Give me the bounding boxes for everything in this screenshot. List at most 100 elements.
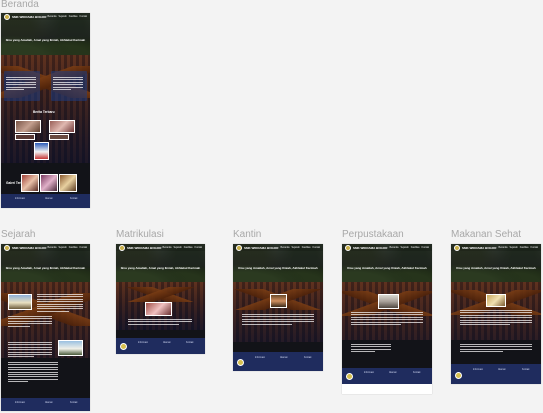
nav-links: Beranda Sejarah Fasilitas Kontak [162, 246, 202, 249]
gallery-image-2[interactable] [40, 174, 58, 192]
history-text-1 [37, 294, 83, 313]
footer-col-kontak: Kontak [304, 356, 312, 359]
nav-link-sejarah[interactable]: Sejarah [292, 246, 300, 249]
history-text-2 [8, 316, 52, 328]
news-image-2[interactable] [49, 120, 75, 133]
footer-col-kontak: Kontak [70, 197, 78, 200]
nav-link-beranda[interactable]: Beranda [389, 246, 398, 249]
hero-banner: SMK WIKRAMA BOGOR Beranda Sejarah Fasili… [342, 244, 432, 282]
nav-link-beranda[interactable]: Beranda [498, 246, 507, 249]
nav-link-sejarah[interactable]: Sejarah [174, 246, 182, 249]
hero-banner: SMK WIKRAMA BOGOR Beranda Sejarah Fasili… [1, 244, 90, 282]
footer: Informasi Alamat Kontak [451, 364, 541, 384]
hero-tagline: Ilmu yang Amaliah, Amal yang Ilmiah, Akh… [5, 38, 86, 42]
logo[interactable]: SMK WIKRAMA BOGOR [119, 244, 161, 251]
makanan-sehat-text-2 [460, 344, 532, 354]
nav-links: Beranda Sejarah Fasilitas Kontak [47, 15, 87, 18]
frame-label-sejarah: Sejarah [1, 229, 36, 240]
kantin-image [270, 294, 287, 308]
school-name: SMK WIKRAMA BOGOR [12, 245, 47, 250]
footer-col-informasi: Informasi [255, 356, 265, 359]
logo-crest-icon [236, 244, 242, 251]
hero-tagline: Ilmu yang Amaliah, Amal yang Ilmiah, Akh… [5, 266, 86, 270]
footer-col-alamat: Alamat [280, 356, 288, 359]
nav-link-fasilitas[interactable]: Fasilitas [184, 246, 193, 249]
navbar: SMK WIKRAMA BOGOR Beranda Sejarah Fasili… [451, 244, 541, 251]
kantin-text [242, 314, 314, 326]
nav-links: Beranda Sejarah Fasilitas Kontak [389, 246, 429, 249]
nav-link-kontak[interactable]: Kontak [195, 246, 202, 249]
matrikulasi-text [128, 319, 192, 326]
news-image-3[interactable] [15, 134, 35, 140]
footer: Informasi Alamat Kontak [1, 398, 90, 411]
frame-makanan-sehat[interactable]: SMK WIKRAMA BOGOR Beranda Sejarah Fasili… [451, 244, 541, 384]
nav-link-kontak[interactable]: Kontak [531, 246, 538, 249]
gallery-image-1[interactable] [21, 174, 39, 192]
news-image-4[interactable] [49, 134, 69, 140]
footer-col-alamat: Alamat [163, 341, 171, 344]
hero-banner: SMK WIKRAMA BOGOR Beranda Sejarah Fasili… [451, 244, 541, 282]
nav-link-kontak[interactable]: Kontak [80, 246, 87, 249]
logo[interactable]: SMK WIKRAMA BOGOR [4, 13, 47, 20]
nav-link-beranda[interactable]: Beranda [280, 246, 289, 249]
nav-link-sejarah[interactable]: Sejarah [401, 246, 409, 249]
footer: Informasi Alamat Kontak [342, 368, 432, 384]
frame-kantin[interactable]: SMK WIKRAMA BOGOR Beranda Sejarah Fasili… [233, 244, 323, 371]
news-poster[interactable] [34, 142, 49, 160]
news-image-1[interactable] [15, 120, 41, 133]
logo[interactable]: SMK WIKRAMA BOGOR [454, 244, 496, 251]
footer-crest-icon [237, 359, 244, 366]
perpustakaan-text-1 [351, 312, 423, 326]
logo-crest-icon [119, 244, 125, 251]
school-name: SMK WIKRAMA BOGOR [353, 245, 388, 250]
footer: Informasi Alamat Kontak [1, 194, 90, 208]
nav-link-beranda[interactable]: Beranda [47, 15, 56, 18]
footer-crest-icon [120, 343, 127, 350]
footer-col-informasi: Informasi [364, 371, 374, 374]
navbar: SMK WIKRAMA BOGOR Beranda Sejarah Fasili… [116, 244, 205, 251]
nav-link-sejarah[interactable]: Sejarah [510, 246, 518, 249]
footer-col-alamat: Alamat [389, 371, 397, 374]
makanan-sehat-image [486, 294, 506, 307]
nav-link-kontak[interactable]: Kontak [313, 246, 320, 249]
hero-banner: SMK WIKRAMA BOGOR Beranda Sejarah Fasili… [233, 244, 323, 282]
matrikulasi-image [145, 302, 172, 316]
nav-link-fasilitas[interactable]: Fasilitas [411, 246, 420, 249]
logo[interactable]: SMK WIKRAMA BOGOR [4, 244, 47, 251]
logo[interactable]: SMK WIKRAMA BOGOR [345, 244, 388, 251]
nav-link-sejarah[interactable]: Sejarah [59, 15, 67, 18]
history-image-2 [58, 340, 83, 356]
frame-beranda[interactable]: SMK WIKRAMA BOGOR Beranda Sejarah Fasili… [1, 13, 90, 208]
gallery-image-3[interactable] [59, 174, 77, 192]
perpustakaan-text-2 [351, 344, 391, 354]
nav-link-fasilitas[interactable]: Fasilitas [302, 246, 311, 249]
nav-link-fasilitas[interactable]: Fasilitas [69, 246, 78, 249]
nav-link-fasilitas[interactable]: Fasilitas [520, 246, 529, 249]
footer-col-informasi: Informasi [473, 368, 483, 371]
logo[interactable]: SMK WIKRAMA BOGOR [236, 244, 279, 251]
nav-link-kontak[interactable]: Kontak [422, 246, 429, 249]
nav-link-sejarah[interactable]: Sejarah [59, 246, 67, 249]
frame-matrikulasi[interactable]: SMK WIKRAMA BOGOR Beranda Sejarah Fasili… [116, 244, 205, 354]
section-title-berita: Berita Terbaru [33, 110, 55, 114]
nav-link-kontak[interactable]: Kontak [80, 15, 87, 18]
history-image-1 [8, 294, 32, 310]
navbar: SMK WIKRAMA BOGOR Beranda Sejarah Fasili… [1, 244, 90, 251]
nav-link-fasilitas[interactable]: Fasilitas [69, 15, 78, 18]
hero-tagline: Ilmu yang Amaliah, Amal yang Ilmiah, Akh… [238, 266, 318, 270]
frame-sejarah[interactable]: SMK WIKRAMA BOGOR Beranda Sejarah Fasili… [1, 244, 90, 411]
hero-tagline: Ilmu yang Amaliah, Amal yang Ilmiah, Akh… [347, 266, 427, 270]
perpustakaan-image [378, 294, 399, 309]
nav-links: Beranda Sejarah Fasilitas Kontak [280, 246, 320, 249]
school-name: SMK WIKRAMA BOGOR [244, 245, 279, 250]
frame-perpustakaan[interactable]: SMK WIKRAMA BOGOR Beranda Sejarah Fasili… [342, 244, 432, 394]
school-name: SMK WIKRAMA BOGOR [12, 14, 47, 19]
nav-link-beranda[interactable]: Beranda [47, 246, 56, 249]
hero-tagline: Ilmu yang Amaliah, Amal yang Ilmiah, Akh… [456, 266, 536, 270]
footer-col-informasi: Informasi [138, 341, 148, 344]
navbar: SMK WIKRAMA BOGOR Beranda Sejarah Fasili… [1, 13, 90, 20]
nav-links: Beranda Sejarah Fasilitas Kontak [47, 246, 87, 249]
frame-label-perpustakaan: Perpustakaan [342, 229, 404, 240]
footer-col-alamat: Alamat [45, 197, 53, 200]
nav-link-beranda[interactable]: Beranda [162, 246, 171, 249]
